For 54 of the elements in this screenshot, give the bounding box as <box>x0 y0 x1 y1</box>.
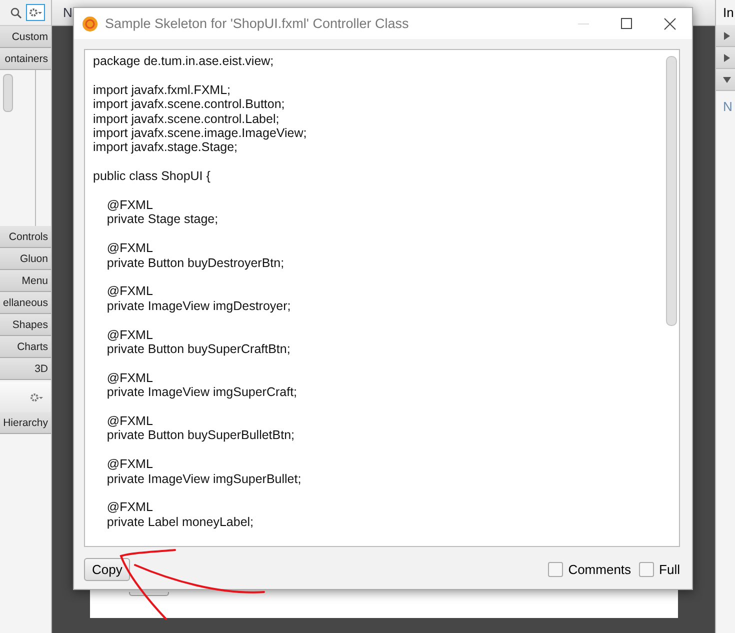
code-line: @FXML <box>106 198 153 212</box>
inspector-section[interactable] <box>716 69 735 91</box>
checkbox[interactable] <box>639 562 654 577</box>
checkbox[interactable] <box>548 562 564 577</box>
library-section-header[interactable]: Menu <box>0 270 51 292</box>
copy-button[interactable]: Copy <box>84 558 130 581</box>
code-line: @FXML <box>106 414 153 428</box>
code-line: import javafx.fxml.FXML; <box>93 82 231 98</box>
code-line: private ImageView imgSuperBullet; <box>106 472 302 486</box>
scrollbar-thumb[interactable] <box>666 56 677 326</box>
search-icon[interactable] <box>10 6 22 18</box>
library-section-header[interactable]: ontainers <box>0 48 51 70</box>
library-section-header[interactable]: 3D <box>0 358 51 380</box>
library-section-header[interactable]: Gluon <box>0 248 51 270</box>
settings-button[interactable] <box>26 4 45 21</box>
code-line: private Label moneyLabel; <box>106 514 254 530</box>
checkbox-label: Full <box>659 562 680 577</box>
gear-icon <box>29 8 42 17</box>
code-line: import javafx.scene.control.Label; <box>93 112 280 126</box>
library-section-header[interactable]: ellaneous <box>0 292 51 314</box>
code-line: private Button buySuperBulletBtn; <box>106 428 295 443</box>
inspector-section[interactable] <box>716 47 735 69</box>
code-line: package de.tum.in.ase.eist.view; <box>93 54 274 68</box>
code-line: private Stage stage; <box>106 212 218 227</box>
library-section-header[interactable]: Controls <box>0 226 51 248</box>
scrollbar-thumb[interactable] <box>3 74 13 112</box>
code-line: @FXML <box>106 457 153 472</box>
canvas-button[interactable] <box>129 592 169 596</box>
code-line: private Button buyDestroyerBtn; <box>106 256 284 270</box>
close-icon[interactable] <box>664 18 676 30</box>
code-line: @FXML <box>106 328 153 342</box>
inspector-text: N <box>722 98 734 114</box>
gear-icon[interactable] <box>30 392 43 402</box>
code-text-area[interactable] <box>84 49 680 547</box>
library-section-header[interactable]: Charts <box>0 336 51 358</box>
code-line: private ImageView imgSuperCraft; <box>106 385 298 400</box>
code-line: public class ShopUI { <box>93 169 210 184</box>
code-line: @FXML <box>106 370 153 386</box>
hierarchy-header[interactable]: Hierarchy <box>0 412 51 434</box>
library-section-header[interactable]: Custom <box>0 26 51 48</box>
code-line: @FXML <box>106 284 153 299</box>
app-logo-icon <box>82 16 98 32</box>
maximize-icon[interactable] <box>621 18 632 29</box>
code-line: @FXML <box>106 241 153 256</box>
inspector-section[interactable] <box>716 25 735 47</box>
checkbox-label: Comments <box>568 562 632 577</box>
library-section-header[interactable]: Shapes <box>0 314 51 336</box>
code-line: import javafx.stage.Stage; <box>93 140 238 155</box>
inspector-header: In <box>722 4 735 22</box>
code-line: import javafx.scene.image.ImageView; <box>93 126 307 140</box>
code-line: private ImageView imgDestroyer; <box>106 298 291 314</box>
code-line: private Button buySuperCraftBtn; <box>106 342 290 356</box>
code-line: @FXML <box>106 500 153 515</box>
code-line: import javafx.scene.control.Button; <box>93 97 285 112</box>
